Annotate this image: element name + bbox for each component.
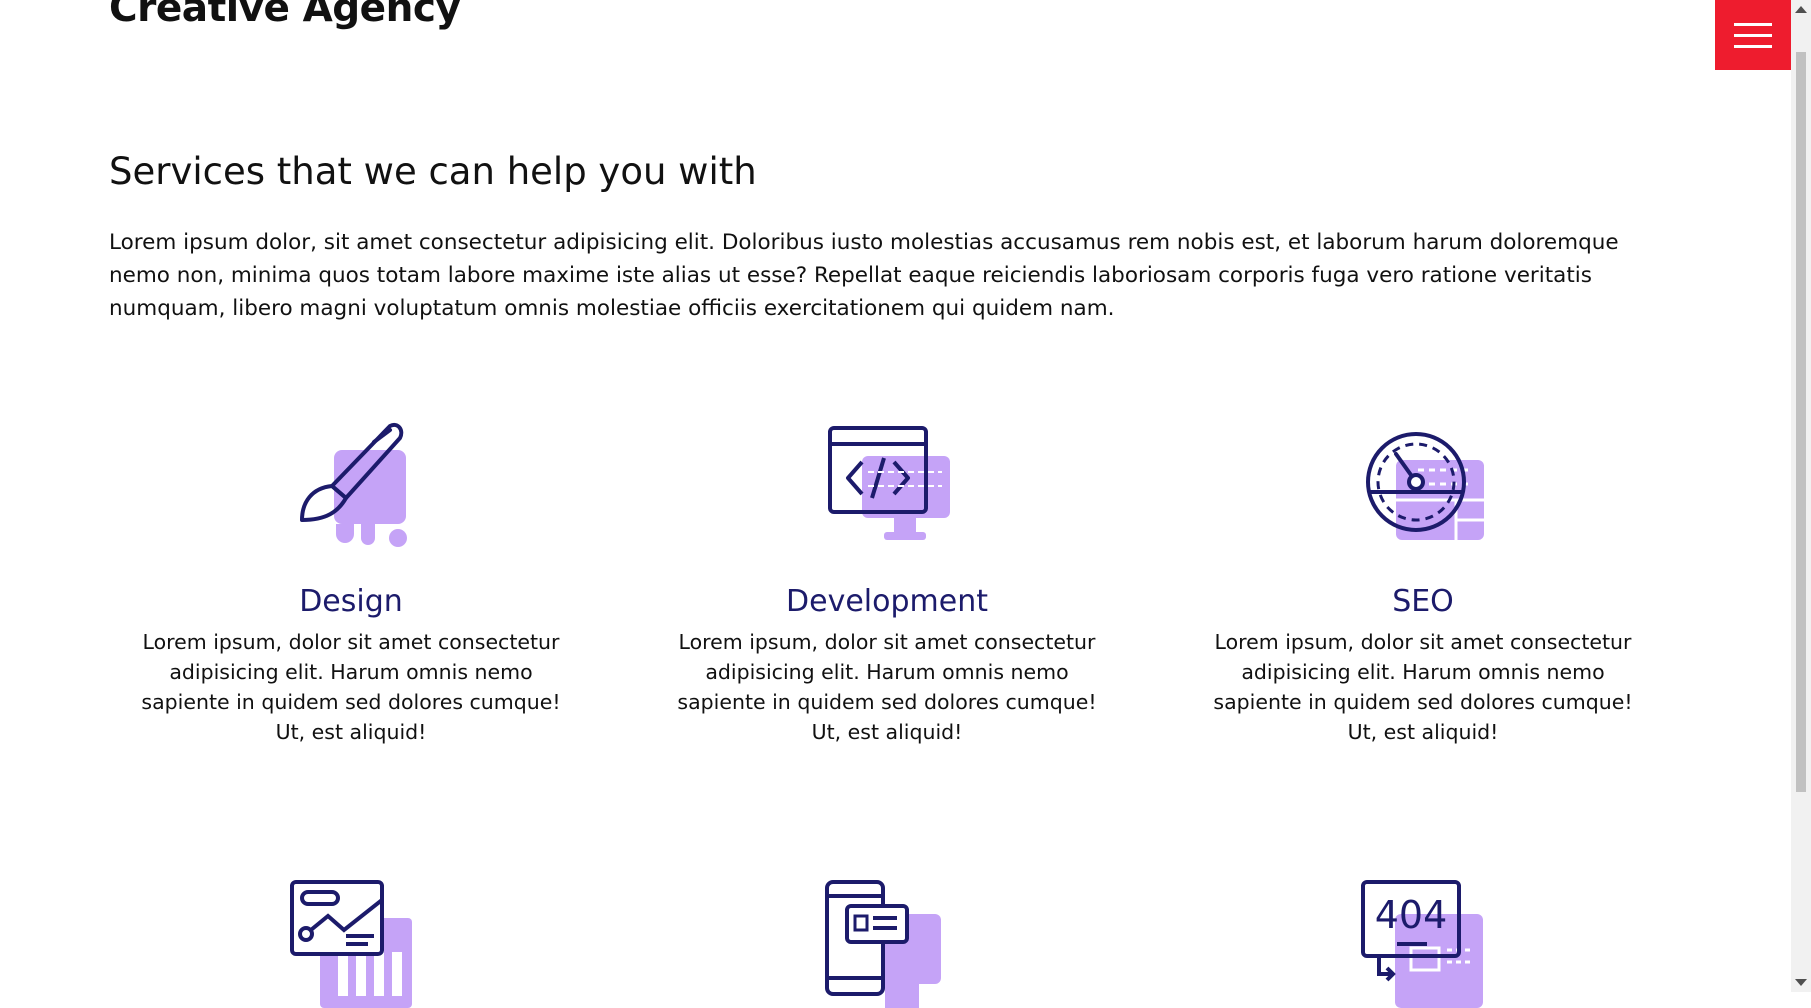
- service-card-design: Design Lorem ipsum, dolor sit amet conse…: [111, 420, 591, 747]
- menu-line: [1734, 22, 1772, 26]
- service-description: Lorem ipsum, dolor sit amet consectetur …: [677, 630, 1097, 744]
- analytics-chart-icon: [290, 880, 412, 1008]
- error-404-icon: 404: [1361, 880, 1483, 1008]
- scroll-up-arrow-icon[interactable]: [1795, 6, 1807, 13]
- service-card-development: Development Lorem ipsum, dolor sit amet …: [647, 420, 1127, 747]
- code-monitor-icon: [828, 426, 950, 540]
- brand-title[interactable]: Creative Agency: [109, 0, 461, 31]
- error-404-label: 404: [1375, 893, 1448, 937]
- menu-line: [1734, 33, 1772, 37]
- service-card-seo: SEO Lorem ipsum, dolor sit amet consecte…: [1183, 420, 1663, 747]
- paintbrush-icon: [300, 423, 407, 547]
- service-title: Development: [786, 584, 988, 619]
- mobile-app-icon: [825, 880, 941, 1008]
- menu-line: [1734, 44, 1772, 48]
- section-title: Services that we can help you with: [109, 150, 757, 193]
- service-title: SEO: [1392, 584, 1454, 619]
- hamburger-menu-button[interactable]: [1715, 0, 1791, 70]
- service-description: Lorem ipsum, dolor sit amet consectetur …: [141, 630, 561, 744]
- intro-paragraph: Lorem ipsum dolor, sit amet consectetur …: [109, 230, 1619, 321]
- scrollbar-thumb[interactable]: [1796, 52, 1806, 792]
- service-title: Design: [299, 584, 403, 619]
- vertical-scrollbar[interactable]: [1791, 0, 1811, 992]
- service-description: Lorem ipsum, dolor sit amet consectetur …: [1213, 630, 1633, 744]
- speedometer-icon: [1366, 432, 1484, 540]
- scroll-down-arrow-icon[interactable]: [1795, 979, 1807, 986]
